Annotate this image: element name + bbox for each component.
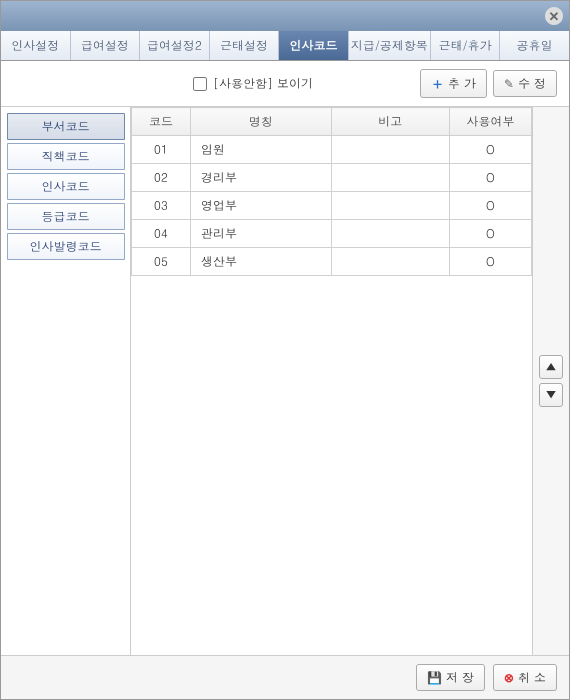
cancel-icon: ⊗ bbox=[504, 669, 514, 686]
table-cell bbox=[331, 136, 449, 164]
table-cell: O bbox=[449, 164, 531, 192]
table-row[interactable]: 03영업부 O bbox=[132, 192, 532, 220]
sidebar: 부서코드직책코드인사코드등급코드인사발령코드 bbox=[1, 107, 131, 655]
main-area: 코드 명칭 비고 사용여부 01임원O02경리부O03영업부O04관리부O05생… bbox=[131, 107, 569, 655]
sidebar-item-3[interactable]: 등급코드 bbox=[7, 203, 125, 230]
triangle-down-icon: ▼ bbox=[546, 386, 557, 403]
header-code: 코드 bbox=[132, 108, 191, 136]
cancel-button-label: 취 소 bbox=[518, 669, 546, 686]
show-unused-checkbox-wrap: [사용안함] 보이기 bbox=[193, 75, 313, 92]
header-name: 명칭 bbox=[190, 108, 331, 136]
content-body: 부서코드직책코드인사코드등급코드인사발령코드 코드 명칭 비고 사용여부 01임… bbox=[1, 106, 569, 655]
edit-button[interactable]: ✎ 수 정 bbox=[493, 70, 557, 97]
edit-button-label: 수 정 bbox=[518, 75, 546, 92]
table-cell: 경리부 bbox=[190, 164, 331, 192]
footer: 💾 저 장 ⊗ 취 소 bbox=[1, 655, 569, 699]
table-cell: 05 bbox=[132, 248, 191, 276]
table-cell: O bbox=[449, 248, 531, 276]
table-cell: 03 bbox=[132, 192, 191, 220]
table-cell bbox=[331, 192, 449, 220]
tab-1[interactable]: 급여설정 bbox=[71, 31, 141, 60]
table-cell: 01 bbox=[132, 136, 191, 164]
code-table: 코드 명칭 비고 사용여부 01임원O02경리부O03영업부O04관리부O05생… bbox=[131, 107, 532, 276]
sidebar-item-0[interactable]: 부서코드 bbox=[7, 113, 125, 140]
table-cell: O bbox=[449, 220, 531, 248]
reorder-rail: ▲ ▼ bbox=[533, 107, 569, 655]
show-unused-label: [사용안함] 보이기 bbox=[213, 75, 313, 92]
sidebar-item-1[interactable]: 직책코드 bbox=[7, 143, 125, 170]
save-button-label: 저 장 bbox=[446, 669, 474, 686]
table-cell: 관리부 bbox=[190, 220, 331, 248]
settings-window: ✕ 인사설정급여설정급여설정2근태설정인사코드지급/공제항목근태/휴가공휴일 [… bbox=[0, 0, 570, 700]
table-cell: O bbox=[449, 192, 531, 220]
table-cell bbox=[331, 164, 449, 192]
save-icon: 💾 bbox=[427, 669, 442, 686]
tab-bar: 인사설정급여설정급여설정2근태설정인사코드지급/공제항목근태/휴가공휴일 bbox=[1, 31, 569, 61]
tab-7[interactable]: 공휴일 bbox=[500, 31, 569, 60]
table-header-row: 코드 명칭 비고 사용여부 bbox=[132, 108, 532, 136]
tab-0[interactable]: 인사설정 bbox=[1, 31, 71, 60]
table-row[interactable]: 05생산부 O bbox=[132, 248, 532, 276]
save-button[interactable]: 💾 저 장 bbox=[416, 664, 485, 691]
table-cell bbox=[331, 220, 449, 248]
tab-2[interactable]: 급여설정2 bbox=[140, 31, 210, 60]
header-remark: 비고 bbox=[331, 108, 449, 136]
cancel-button[interactable]: ⊗ 취 소 bbox=[493, 664, 557, 691]
table-cell: 생산부 bbox=[190, 248, 331, 276]
titlebar: ✕ bbox=[1, 1, 569, 31]
table-cell bbox=[331, 248, 449, 276]
table-cell: 영업부 bbox=[190, 192, 331, 220]
pencil-icon: ✎ bbox=[504, 75, 514, 92]
toolbar: [사용안함] 보이기 ＋ 추 가 ✎ 수 정 bbox=[1, 61, 569, 106]
move-up-button[interactable]: ▲ bbox=[539, 355, 563, 379]
show-unused-checkbox[interactable] bbox=[193, 77, 207, 91]
sidebar-item-2[interactable]: 인사코드 bbox=[7, 173, 125, 200]
table-wrap: 코드 명칭 비고 사용여부 01임원O02경리부O03영업부O04관리부O05생… bbox=[131, 107, 533, 655]
plus-icon: ＋ bbox=[431, 74, 444, 93]
tab-4[interactable]: 인사코드 bbox=[279, 31, 349, 60]
triangle-up-icon: ▲ bbox=[546, 358, 557, 375]
tab-3[interactable]: 근태설정 bbox=[210, 31, 280, 60]
table-cell: 임원 bbox=[190, 136, 331, 164]
table-row[interactable]: 04관리부 O bbox=[132, 220, 532, 248]
tab-5[interactable]: 지급/공제항목 bbox=[349, 31, 431, 60]
close-icon[interactable]: ✕ bbox=[545, 7, 563, 25]
add-button-label: 추 가 bbox=[448, 75, 476, 92]
table-row[interactable]: 01임원 O bbox=[132, 136, 532, 164]
table-cell: 04 bbox=[132, 220, 191, 248]
add-button[interactable]: ＋ 추 가 bbox=[420, 69, 487, 98]
header-use: 사용여부 bbox=[449, 108, 531, 136]
sidebar-item-4[interactable]: 인사발령코드 bbox=[7, 233, 125, 260]
table-cell: O bbox=[449, 136, 531, 164]
table-cell: 02 bbox=[132, 164, 191, 192]
table-row[interactable]: 02경리부 O bbox=[132, 164, 532, 192]
move-down-button[interactable]: ▼ bbox=[539, 383, 563, 407]
tab-6[interactable]: 근태/휴가 bbox=[431, 31, 501, 60]
